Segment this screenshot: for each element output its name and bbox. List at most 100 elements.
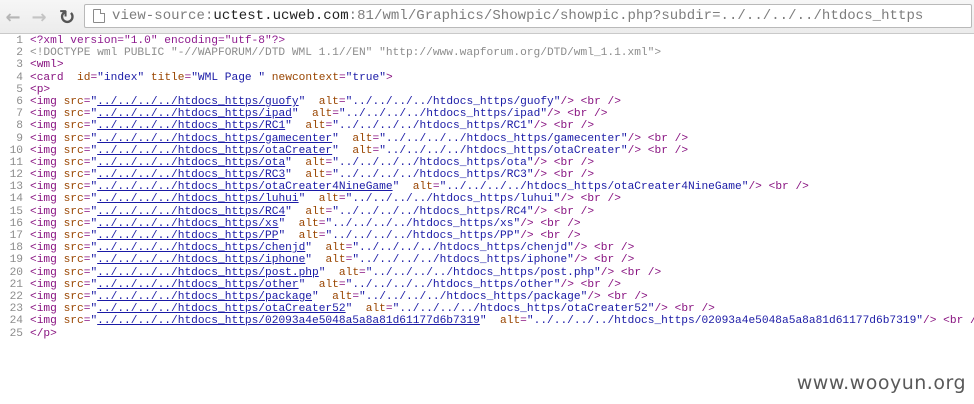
forward-arrow-icon[interactable]: → bbox=[28, 6, 50, 28]
src-link[interactable]: ../../../../htdocs_https/package bbox=[97, 291, 312, 303]
img-tag: <img src="../../../../htdocs_https/02093… bbox=[30, 315, 974, 328]
img-tag: <img src="../../../../htdocs_https/RC1" … bbox=[30, 120, 595, 133]
line-number: 14 bbox=[9, 193, 23, 206]
alt-value: "../../../../htdocs_https/RC4" bbox=[332, 205, 534, 218]
source-line: 2 <!DOCTYPE wml PUBLIC "-//WAPFORUM//DTD… bbox=[0, 47, 974, 59]
line-number: 19 bbox=[9, 254, 23, 267]
source-line: 14 <img src="../../../../htdocs_https/luh… bbox=[0, 193, 974, 205]
line-number: 13 bbox=[9, 181, 23, 194]
src-link[interactable]: ../../../../htdocs_https/02093a4e5048a5a… bbox=[97, 315, 480, 327]
src-link[interactable]: ../../../../htdocs_https/xs bbox=[97, 218, 278, 230]
image-lines: 6 <img src="../../../../htdocs_https/guof… bbox=[0, 96, 974, 328]
src-link[interactable]: ../../../../htdocs_https/PP bbox=[97, 230, 278, 242]
src-link[interactable]: ../../../../htdocs_https/ota bbox=[97, 157, 285, 169]
alt-value: "../../../../htdocs_https/xs" bbox=[325, 217, 521, 230]
line-number: 4 bbox=[16, 71, 23, 84]
alt-value: "../../../../htdocs_https/otaCreater4Nin… bbox=[439, 181, 749, 194]
browser-toolbar: ← → ↻ view-source:uctest.ucweb.com:81/wm… bbox=[0, 0, 974, 34]
img-tag: <img src="../../../../htdocs_https/otaCr… bbox=[30, 303, 715, 316]
alt-value: "../../../../htdocs_https/RC1" bbox=[332, 120, 534, 133]
source-line: 22 <img src="../../../../htdocs_https/pac… bbox=[0, 291, 974, 303]
src-link[interactable]: ../../../../htdocs_https/luhui bbox=[97, 193, 298, 205]
img-tag: <img src="../../../../htdocs_https/other… bbox=[30, 278, 621, 291]
watermark: www.wooyun.org bbox=[796, 372, 966, 394]
url-host: uctest.ucweb.com bbox=[213, 8, 349, 24]
line-number: 9 bbox=[16, 132, 23, 145]
source-line: 19 <img src="../../../../htdocs_https/iph… bbox=[0, 254, 974, 266]
line-number: 10 bbox=[9, 144, 23, 157]
alt-value: "../../../../htdocs_https/post.php" bbox=[365, 266, 601, 279]
source-line: 8 <img src="../../../../htdocs_https/RC1"… bbox=[0, 120, 974, 132]
img-tag: <img src="../../../../htdocs_https/luhui… bbox=[30, 193, 621, 206]
line-number: 17 bbox=[9, 230, 23, 242]
source-line: 20 <img src="../../../../htdocs_https/pos… bbox=[0, 267, 974, 279]
wml-open-tag: <wml> bbox=[30, 59, 64, 72]
src-link[interactable]: ../../../../htdocs_https/RC3 bbox=[97, 169, 285, 181]
url-path: :81/wml/Graphics/Showpic/showpic.php?sub… bbox=[348, 8, 924, 24]
source-view: 1 <?xml version="1.0" encoding="utf-8"?>… bbox=[0, 35, 974, 340]
img-tag: <img src="../../../../htdocs_https/gamec… bbox=[30, 132, 689, 145]
line-number: 18 bbox=[9, 242, 23, 255]
source-line: 12 <img src="../../../../htdocs_https/RC3… bbox=[0, 169, 974, 181]
alt-value: "../../../../htdocs_https/guofy" bbox=[345, 95, 561, 108]
source-line: 23 <img src="../../../../htdocs_https/ota… bbox=[0, 303, 974, 315]
reload-icon[interactable]: ↻ bbox=[56, 5, 78, 29]
src-link[interactable]: ../../../../htdocs_https/post.php bbox=[97, 267, 319, 279]
source-line: 18 <img src="../../../../htdocs_https/che… bbox=[0, 242, 974, 254]
src-link[interactable]: ../../../../htdocs_https/gamecenter bbox=[97, 133, 332, 145]
alt-value: "../../../../htdocs_https/chenjd" bbox=[352, 242, 574, 255]
src-link[interactable]: ../../../../htdocs_https/otaCreater4Nine… bbox=[97, 181, 392, 193]
source-line: 7 <img src="../../../../htdocs_https/ipad… bbox=[0, 108, 974, 120]
source-line: 5 <p> bbox=[0, 84, 974, 96]
card-tag: <card id="index" title="WML Page " newco… bbox=[30, 71, 393, 84]
source-line: 4 <card id="index" title="WML Page " new… bbox=[0, 72, 974, 84]
card-title-value: WML Page bbox=[197, 71, 259, 84]
line-number: 7 bbox=[16, 108, 23, 121]
src-link[interactable]: ../../../../htdocs_https/RC1 bbox=[97, 120, 285, 132]
src-link[interactable]: ../../../../htdocs_https/otaCreater52 bbox=[97, 303, 345, 315]
p-open-tag: <p> bbox=[30, 83, 51, 96]
line-number: 20 bbox=[9, 266, 23, 279]
src-link[interactable]: ../../../../htdocs_https/ipad bbox=[97, 108, 292, 120]
alt-value: "../../../../htdocs_https/ota" bbox=[332, 156, 534, 169]
line-number: 15 bbox=[9, 205, 23, 218]
line-number: 11 bbox=[9, 156, 23, 169]
img-tag: <img src="../../../../htdocs_https/RC3" … bbox=[30, 169, 595, 182]
src-link[interactable]: ../../../../htdocs_https/RC4 bbox=[97, 206, 285, 218]
src-link[interactable]: ../../../../htdocs_https/otaCreater bbox=[97, 145, 332, 157]
source-line: 13 <img src="../../../../htdocs_https/ota… bbox=[0, 181, 974, 193]
img-tag: <img src="../../../../htdocs_https/guofy… bbox=[30, 95, 621, 108]
src-link[interactable]: ../../../../htdocs_https/iphone bbox=[97, 254, 305, 266]
src-link[interactable]: ../../../../htdocs_https/guofy bbox=[97, 96, 298, 108]
url-text[interactable]: view-source:uctest.ucweb.com:81/wml/Grap… bbox=[112, 8, 923, 24]
back-arrow-icon[interactable]: ← bbox=[2, 6, 24, 28]
alt-value: "../../../../htdocs_https/iphone" bbox=[352, 254, 574, 267]
line-number: 25 bbox=[9, 327, 23, 340]
source-line: 21 <img src="../../../../htdocs_https/oth… bbox=[0, 279, 974, 291]
line-number: 6 bbox=[16, 95, 23, 108]
img-tag: <img src="../../../../htdocs_https/ota" … bbox=[30, 156, 595, 169]
line-number: 8 bbox=[16, 120, 23, 133]
line-number: 3 bbox=[16, 59, 23, 72]
source-line: 9 <img src="../../../../htdocs_https/game… bbox=[0, 133, 974, 145]
src-link[interactable]: ../../../../htdocs_https/chenjd bbox=[97, 242, 305, 254]
alt-value: "../../../../htdocs_https/luhui" bbox=[345, 193, 561, 206]
alt-value: "../../../../htdocs_https/otaCreater" bbox=[379, 144, 628, 157]
img-tag: <img src="../../../../htdocs_https/PP" a… bbox=[30, 230, 581, 242]
line-number: 2 bbox=[16, 47, 23, 60]
img-tag: <img src="../../../../htdocs_https/RC4" … bbox=[30, 205, 595, 218]
alt-value: "../../../../htdocs_https/gamecenter" bbox=[379, 132, 628, 145]
alt-value: "../../../../htdocs_https/otaCreater52" bbox=[392, 303, 655, 316]
img-tag: <img src="../../../../htdocs_https/ipad"… bbox=[30, 108, 608, 121]
address-bar[interactable]: view-source:uctest.ucweb.com:81/wml/Grap… bbox=[84, 4, 972, 28]
alt-value: "../../../../htdocs_https/other" bbox=[345, 278, 561, 291]
img-tag: <img src="../../../../htdocs_https/chenj… bbox=[30, 242, 635, 255]
line-number: 23 bbox=[9, 303, 23, 316]
source-line: 17 <img src="../../../../htdocs_https/PP"… bbox=[0, 230, 974, 242]
src-link[interactable]: ../../../../htdocs_https/other bbox=[97, 279, 298, 291]
source-line: 16 <img src="../../../../htdocs_https/xs"… bbox=[0, 218, 974, 230]
line-number: 16 bbox=[9, 217, 23, 230]
img-tag: <img src="../../../../htdocs_https/packa… bbox=[30, 290, 648, 303]
source-line: 6 <img src="../../../../htdocs_https/guof… bbox=[0, 96, 974, 108]
url-prefix: view-source: bbox=[112, 8, 214, 24]
